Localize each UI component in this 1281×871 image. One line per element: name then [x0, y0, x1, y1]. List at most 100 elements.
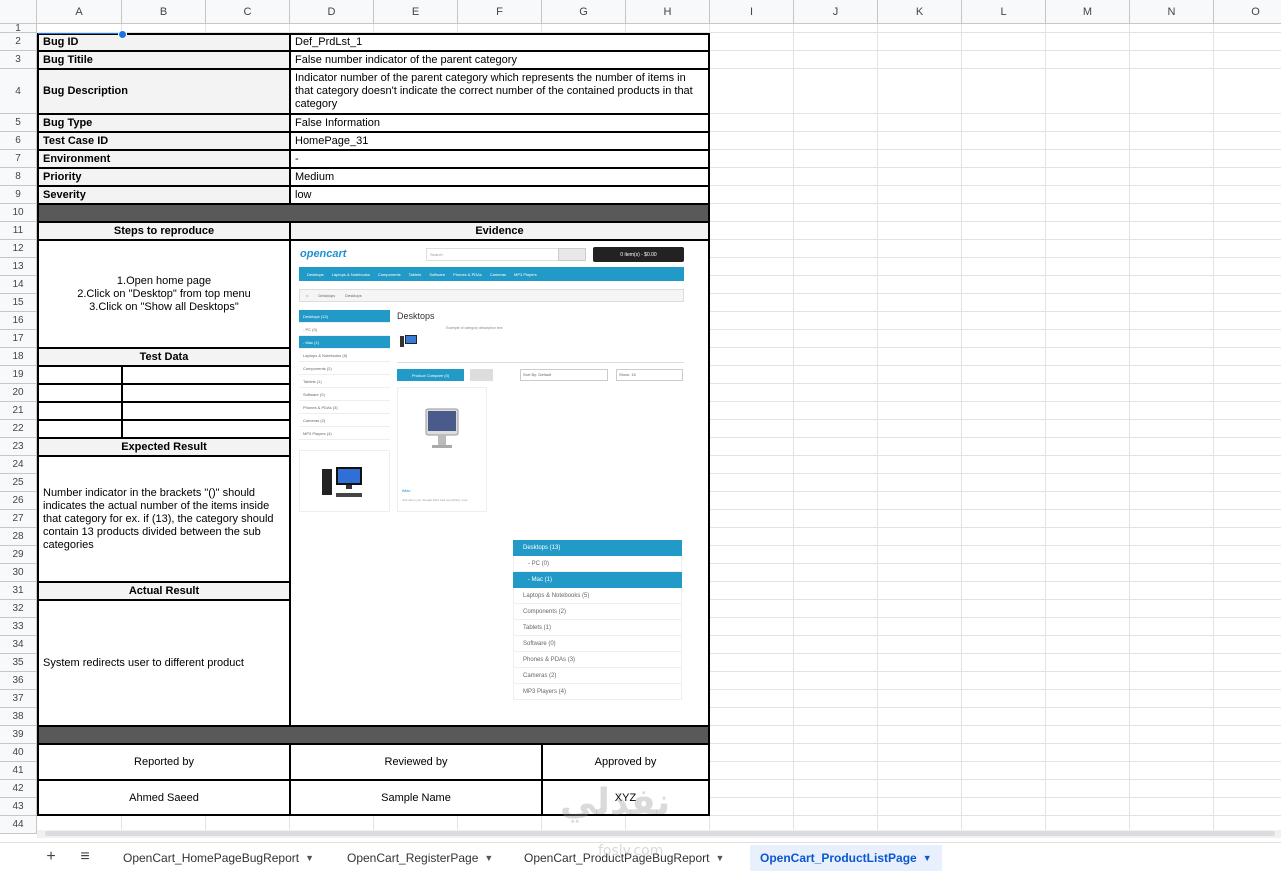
reviewed-by-label[interactable]: Reviewed by: [290, 744, 542, 780]
row-header-23[interactable]: 23: [0, 438, 37, 456]
row-header-39[interactable]: 39: [0, 726, 37, 744]
reported-by-value[interactable]: Ahmed Saeed: [38, 780, 290, 816]
expected-header[interactable]: Expected Result: [38, 438, 290, 456]
steps-cell[interactable]: 1.Open home page 2.Click on "Desktop" fro…: [38, 240, 290, 348]
column-header-o[interactable]: O: [1214, 0, 1281, 24]
column-header-j[interactable]: J: [794, 0, 878, 24]
select-all-corner[interactable]: [0, 0, 37, 24]
row-header-29[interactable]: 29: [0, 546, 37, 564]
row-header-38[interactable]: 38: [0, 708, 37, 726]
field-value[interactable]: Def_PrdLst_1: [290, 33, 709, 51]
chevron-down-icon[interactable]: ▼: [305, 853, 314, 863]
row-header-22[interactable]: 22: [0, 420, 37, 438]
sheet-tab-4[interactable]: OpenCart_ProductListPage ▼: [750, 845, 942, 871]
row-header-31[interactable]: 31: [0, 582, 37, 600]
test-data-cell[interactable]: [122, 366, 290, 384]
row-header-30[interactable]: 30: [0, 564, 37, 582]
sheet-tab-2[interactable]: OpenCart_RegisterPage ▼: [337, 845, 503, 871]
column-header-c[interactable]: C: [206, 0, 290, 24]
test-data-cell[interactable]: [38, 384, 122, 402]
chevron-down-icon[interactable]: ▼: [484, 853, 493, 863]
row-header-19[interactable]: 19: [0, 366, 37, 384]
horizontal-scrollbar-thumb[interactable]: [45, 831, 1275, 836]
column-header-i[interactable]: I: [710, 0, 794, 24]
test-data-header[interactable]: Test Data: [38, 348, 290, 366]
row-header-43[interactable]: 43: [0, 798, 37, 816]
test-data-cell[interactable]: [38, 402, 122, 420]
row-header-37[interactable]: 37: [0, 690, 37, 708]
field-label[interactable]: Bug Type: [38, 114, 290, 132]
row-header-41[interactable]: 41: [0, 762, 37, 780]
row-header-36[interactable]: 36: [0, 672, 37, 690]
row-header-3[interactable]: 3: [0, 51, 37, 69]
chevron-down-icon[interactable]: ▼: [923, 853, 932, 863]
all-sheets-menu-icon[interactable]: ≡: [76, 848, 94, 866]
column-header-d[interactable]: D: [290, 0, 374, 24]
approved-by-label[interactable]: Approved by: [542, 744, 709, 780]
row-header-8[interactable]: 8: [0, 168, 37, 186]
field-label[interactable]: Bug ID: [38, 33, 290, 51]
row-header-26[interactable]: 26: [0, 492, 37, 510]
field-label[interactable]: Bug Titile: [38, 51, 290, 69]
field-label[interactable]: Environment: [38, 150, 290, 168]
reviewed-by-value[interactable]: Sample Name: [290, 780, 542, 816]
row-header-24[interactable]: 24: [0, 456, 37, 474]
field-label[interactable]: Bug Description: [38, 69, 290, 114]
row-header-34[interactable]: 34: [0, 636, 37, 654]
column-header-g[interactable]: G: [542, 0, 626, 24]
selection-handle[interactable]: [118, 30, 127, 39]
row-header-42[interactable]: 42: [0, 780, 37, 798]
test-data-cell[interactable]: [38, 420, 122, 438]
column-header-n[interactable]: N: [1130, 0, 1214, 24]
field-label[interactable]: Severity: [38, 186, 290, 204]
row-header-40[interactable]: 40: [0, 744, 37, 762]
field-value[interactable]: low: [290, 186, 709, 204]
row-header-14[interactable]: 14: [0, 276, 37, 294]
column-header-f[interactable]: F: [458, 0, 542, 24]
row-header-11[interactable]: 11: [0, 222, 37, 240]
row-header-33[interactable]: 33: [0, 618, 37, 636]
row-header-18[interactable]: 18: [0, 348, 37, 366]
row-header-4[interactable]: 4: [0, 69, 37, 114]
row-header-9[interactable]: 9: [0, 186, 37, 204]
column-header-k[interactable]: K: [878, 0, 962, 24]
row-header-2[interactable]: 2: [0, 33, 37, 51]
test-data-cell[interactable]: [38, 366, 122, 384]
row-header-20[interactable]: 20: [0, 384, 37, 402]
column-header-m[interactable]: M: [1046, 0, 1130, 24]
field-label[interactable]: Test Case ID: [38, 132, 290, 150]
row-header-44[interactable]: 44: [0, 816, 37, 834]
field-value[interactable]: Medium: [290, 168, 709, 186]
row-header-21[interactable]: 21: [0, 402, 37, 420]
column-header-l[interactable]: L: [962, 0, 1046, 24]
row-header-10[interactable]: 10: [0, 204, 37, 222]
field-value[interactable]: -: [290, 150, 709, 168]
row-header-15[interactable]: 15: [0, 294, 37, 312]
chevron-down-icon[interactable]: ▼: [715, 853, 724, 863]
field-value[interactable]: HomePage_31: [290, 132, 709, 150]
column-header-h[interactable]: H: [626, 0, 710, 24]
row-header-6[interactable]: 6: [0, 132, 37, 150]
column-header-e[interactable]: E: [374, 0, 458, 24]
add-sheet-icon[interactable]: +: [42, 848, 60, 866]
reported-by-label[interactable]: Reported by: [38, 744, 290, 780]
column-header-a[interactable]: A: [37, 0, 122, 24]
row-header-25[interactable]: 25: [0, 474, 37, 492]
field-label[interactable]: Priority: [38, 168, 290, 186]
evidence-header[interactable]: Evidence: [290, 222, 709, 240]
row-header-28[interactable]: 28: [0, 528, 37, 546]
expected-result-cell[interactable]: Number indicator in the brackets "()" sh…: [38, 456, 290, 582]
column-header-b[interactable]: B: [122, 0, 206, 24]
row-header-7[interactable]: 7: [0, 150, 37, 168]
test-data-cell[interactable]: [122, 384, 290, 402]
row-header-35[interactable]: 35: [0, 654, 37, 672]
field-value[interactable]: False number indicator of the parent cat…: [290, 51, 709, 69]
steps-header[interactable]: Steps to reproduce: [38, 222, 290, 240]
row-header-5[interactable]: 5: [0, 114, 37, 132]
test-data-cell[interactable]: [122, 420, 290, 438]
row-header-12[interactable]: 12: [0, 240, 37, 258]
field-value[interactable]: Indicator number of the parent category …: [290, 69, 709, 114]
field-value[interactable]: False Information: [290, 114, 709, 132]
row-header-17[interactable]: 17: [0, 330, 37, 348]
row-header-13[interactable]: 13: [0, 258, 37, 276]
